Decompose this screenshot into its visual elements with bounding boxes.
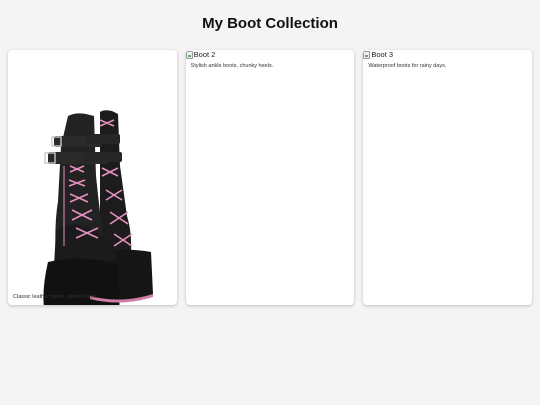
broken-image: Boot 3 — [363, 50, 393, 59]
broken-image-icon — [185, 50, 193, 59]
image-alt-text: Boot 3 — [371, 50, 394, 59]
platform-boot-image — [43, 110, 153, 305]
boot-gallery: Classic leather boots, winter hikes. Boo… — [8, 50, 533, 305]
boot-card-3: Boot 3 Waterproof boots for rainy days. — [363, 50, 533, 305]
boot-caption: Classic leather boots, winter hikes. — [13, 294, 98, 300]
boot-caption: Stylish ankle boots, chunky heels. — [190, 63, 274, 69]
broken-image-icon — [363, 50, 371, 59]
boot-caption: Waterproof boots for rainy days. — [368, 63, 447, 69]
broken-image: Boot 2 — [185, 50, 216, 59]
boot-card-2: Boot 2 Stylish ankle boots, chunky heels… — [185, 50, 355, 305]
boot-card-1: Classic leather boots, winter hikes. — [8, 50, 177, 305]
page-title: My Boot Collection — [202, 15, 338, 32]
image-alt-text: Boot 2 — [193, 50, 216, 59]
